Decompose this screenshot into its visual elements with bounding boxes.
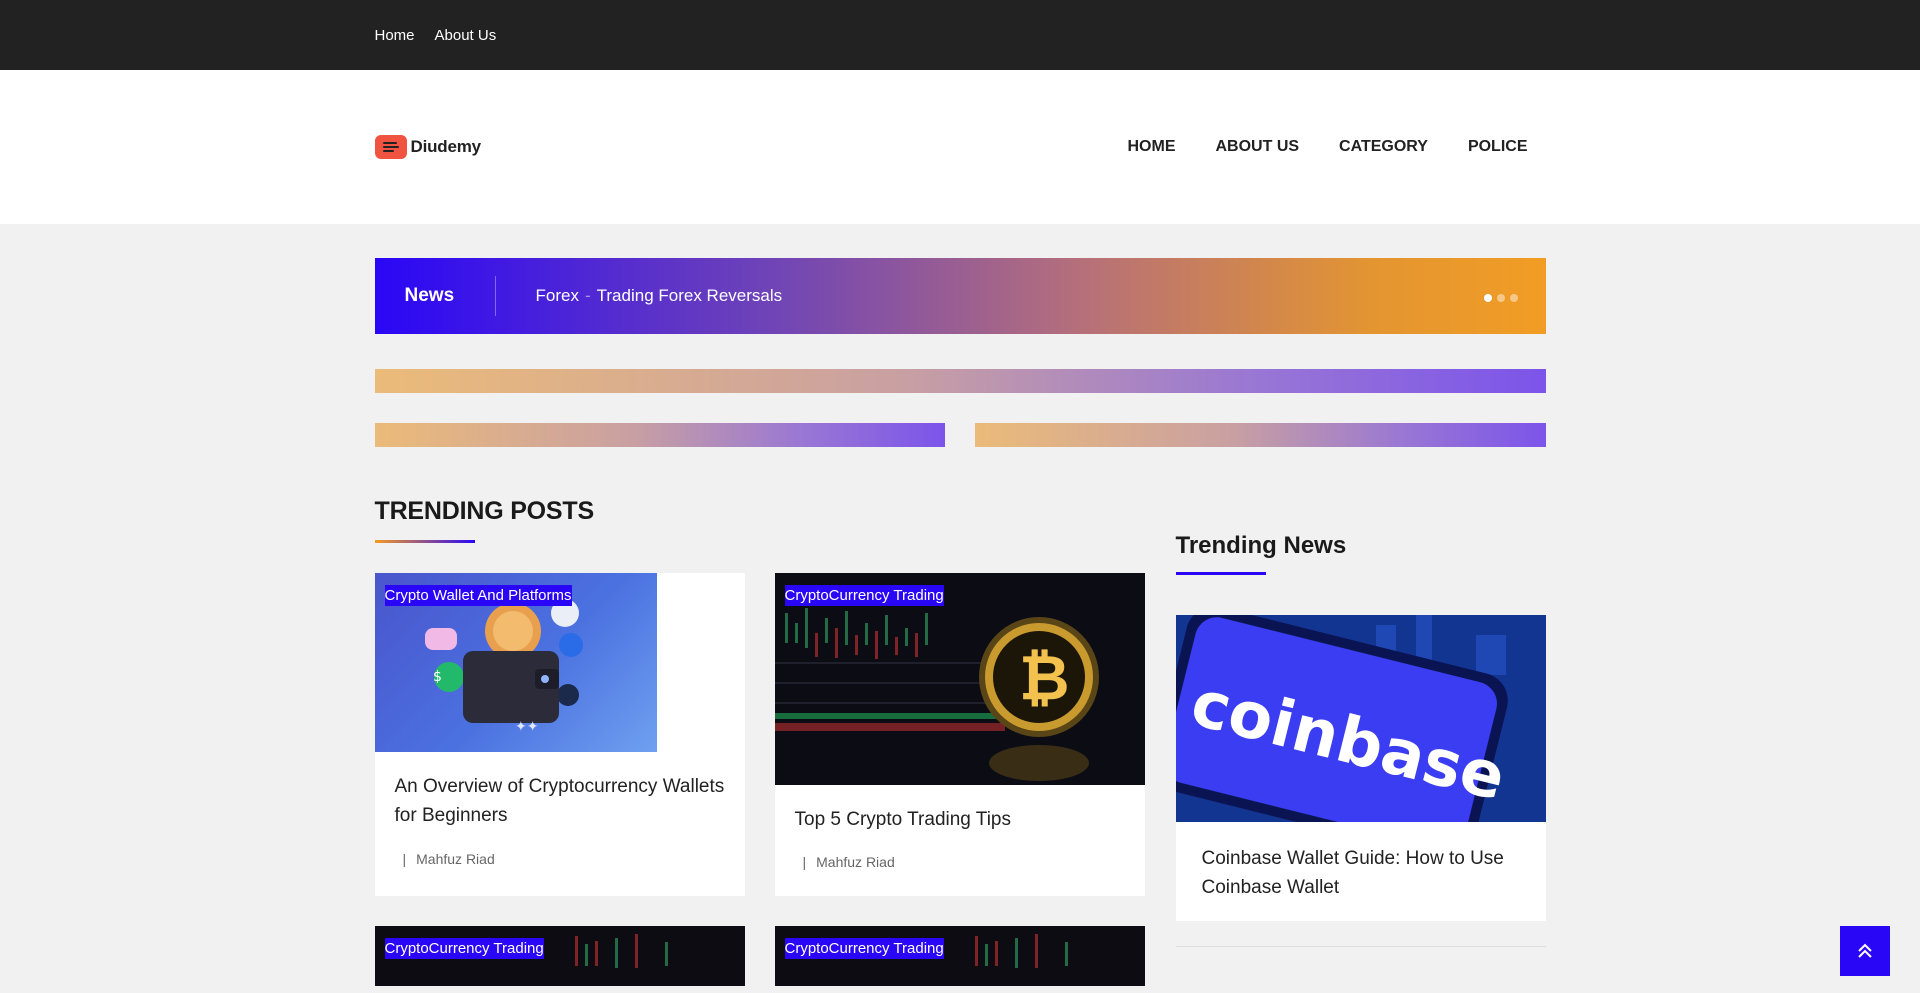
ticker-dot-3[interactable] xyxy=(1509,294,1518,302)
meta-separator: | xyxy=(402,850,407,867)
ticker-dot-1[interactable] xyxy=(1483,294,1492,302)
nav-police[interactable]: POLICE xyxy=(1468,138,1528,156)
ticker-label: News xyxy=(404,285,455,306)
title-underline xyxy=(1175,572,1266,575)
ticker-headline-link[interactable]: Forex - Trading Forex Reversals xyxy=(496,286,783,306)
post-thumbnail[interactable]: ✦✦ $ Crypto Wallet And Platforms xyxy=(374,573,745,752)
topbar-link-home[interactable]: Home xyxy=(375,27,415,44)
trending-posts-title: TRENDING POSTS xyxy=(374,497,595,525)
post-meta: | Mahfuz Riad xyxy=(795,854,1125,870)
trending-news-sidebar: Trending News coinbase Coinbase Wallet G… xyxy=(1175,497,1546,986)
ad-banner-wide[interactable] xyxy=(374,369,1546,393)
chevron-double-up-icon xyxy=(1858,943,1872,958)
ad-banner-left[interactable] xyxy=(374,423,945,447)
back-to-top-button[interactable] xyxy=(1840,926,1890,976)
nav-about-us[interactable]: ABOUT US xyxy=(1215,138,1299,156)
category-badge[interactable]: CryptoCurrency Trading xyxy=(784,585,944,606)
trending-news-title: Trending News xyxy=(1175,532,1347,559)
svg-text:✦✦: ✦✦ xyxy=(515,719,539,735)
title-underline xyxy=(374,540,475,543)
ticker-pagination xyxy=(1483,294,1518,302)
coinbase-phone-image: coinbase xyxy=(1175,615,1546,822)
ticker-headline[interactable]: Trading Forex Reversals xyxy=(597,286,783,305)
post-thumbnail[interactable]: ₿ CryptoCurrency Trading xyxy=(774,573,1145,785)
news-ticker: News Forex - Trading Forex Reversals xyxy=(374,258,1546,334)
nav-category[interactable]: CATEGORY xyxy=(1339,138,1428,156)
site-header: Diudemy HOME ABOUT US CATEGORY POLICE xyxy=(0,70,1920,224)
ticker-dot-2[interactable] xyxy=(1496,294,1505,302)
news-title[interactable]: Coinbase Wallet Guide: How to Use Coinba… xyxy=(1202,844,1520,903)
nav-home[interactable]: HOME xyxy=(1127,138,1175,156)
post-title[interactable]: An Overview of Cryptocurrency Wallets fo… xyxy=(395,772,725,831)
meta-separator: | xyxy=(802,854,807,871)
ticker-separator: - xyxy=(584,286,591,305)
news-thumbnail[interactable]: coinbase xyxy=(1175,615,1546,822)
main-nav: HOME ABOUT US CATEGORY POLICE xyxy=(1127,138,1527,156)
category-badge[interactable]: CryptoCurrency Trading xyxy=(384,938,544,960)
top-bar: Home About Us xyxy=(0,0,1920,70)
post-card[interactable]: CryptoCurrency Trading xyxy=(774,926,1145,987)
logo-text: Diudemy xyxy=(410,137,482,156)
logo-icon xyxy=(374,135,407,159)
post-author[interactable]: Mahfuz Riad xyxy=(816,854,895,870)
post-card[interactable]: ✦✦ $ Crypto Wallet And Platforms An Over… xyxy=(374,573,745,897)
post-card[interactable]: CryptoCurrency Trading xyxy=(374,926,745,987)
svg-text:$: $ xyxy=(433,669,442,685)
site-logo[interactable]: Diudemy xyxy=(374,135,482,159)
post-author[interactable]: Mahfuz Riad xyxy=(416,851,495,867)
category-badge[interactable]: Crypto Wallet And Platforms xyxy=(384,585,572,606)
post-card[interactable]: ₿ CryptoCurrency Trading Top 5 Crypto Tr… xyxy=(774,573,1145,897)
svg-text:₿: ₿ xyxy=(1019,641,1070,714)
divider xyxy=(1175,945,1546,947)
ad-banner-right[interactable] xyxy=(975,423,1546,447)
ticker-category[interactable]: Forex xyxy=(536,286,579,305)
post-title[interactable]: Top 5 Crypto Trading Tips xyxy=(795,805,1125,834)
category-badge[interactable]: CryptoCurrency Trading xyxy=(784,938,944,960)
news-card[interactable]: coinbase Coinbase Wallet Guide: How to U… xyxy=(1175,615,1546,921)
trending-posts-section: TRENDING POSTS ✦✦ $ Crypto Wallet And Pl… xyxy=(374,497,1146,987)
post-meta: | Mahfuz Riad xyxy=(395,851,725,867)
topbar-link-about[interactable]: About Us xyxy=(435,27,497,44)
